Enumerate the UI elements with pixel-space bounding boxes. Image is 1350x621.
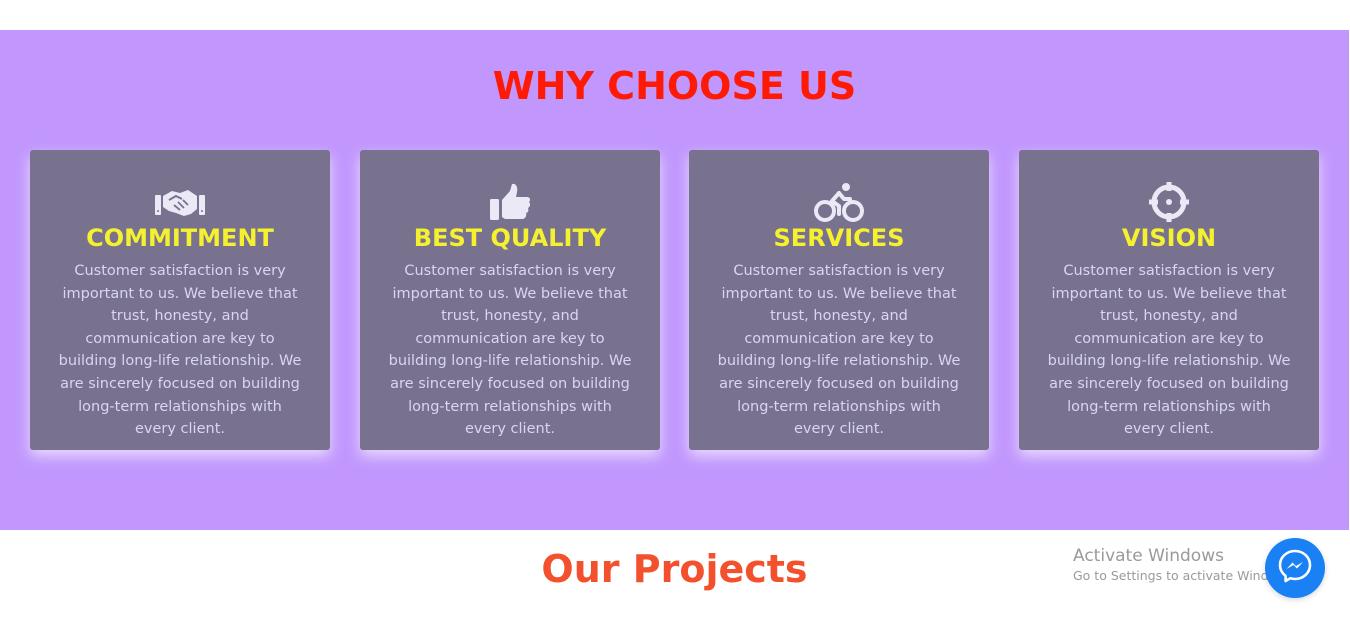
card-text: Customer satisfaction is very important … [717, 263, 961, 438]
activate-windows-subtitle: Go to Settings to activate Windows. [1073, 568, 1297, 583]
card-vision: VISION Customer satisfaction is very imp… [1019, 150, 1319, 450]
card-commitment: COMMITMENT Customer satisfaction is very… [30, 150, 330, 450]
top-strip [0, 0, 1350, 30]
card-title: COMMITMENT [86, 224, 274, 252]
messenger-icon [1278, 549, 1312, 587]
card-text: Customer satisfaction is very important … [388, 263, 632, 438]
crosshairs-icon [1019, 180, 1319, 224]
thumbs-up-icon [360, 180, 660, 224]
activate-windows-title: Activate Windows [1073, 546, 1224, 566]
card-best-quality: BEST QUALITY Customer satisfaction is ve… [360, 150, 660, 450]
why-choose-us-section: WHY CHOOSE US COMMITMENT Customer satisf… [0, 30, 1349, 530]
bicycle-icon [689, 180, 989, 224]
card-title: BEST QUALITY [413, 224, 607, 252]
page: WHY CHOOSE US COMMITMENT Customer satisf… [0, 0, 1350, 621]
card-title: SERVICES [773, 224, 905, 252]
activate-windows-watermark: Activate Windows Go to Settings to activ… [1073, 545, 1297, 585]
messenger-chat-button[interactable] [1265, 538, 1325, 598]
card-title: VISION [1121, 224, 1217, 252]
card-text: Customer satisfaction is very important … [58, 263, 302, 438]
card-text: Customer satisfaction is very important … [1047, 263, 1291, 438]
card-services: SERVICES Customer satisfaction is very i… [689, 150, 989, 450]
why-choose-us-title: WHY CHOOSE US [492, 64, 857, 108]
handshake-icon [30, 180, 330, 224]
